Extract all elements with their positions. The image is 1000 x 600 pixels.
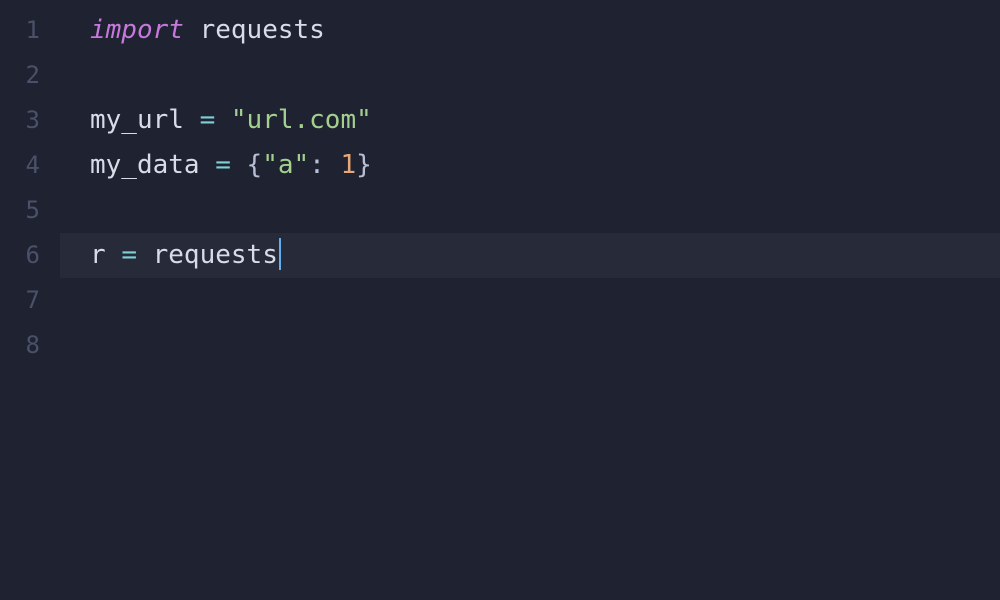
line-number: 2 (0, 53, 60, 98)
code-editor[interactable]: 1 2 3 4 5 6 7 8 import requests my_url =… (0, 0, 1000, 600)
code-line[interactable] (60, 188, 1000, 233)
line-number: 6 (0, 233, 60, 278)
token-number: 1 (340, 150, 356, 180)
line-number-gutter: 1 2 3 4 5 6 7 8 (0, 0, 60, 600)
token-operator: = (215, 150, 231, 180)
token-identifier: my_data (90, 150, 215, 180)
token-operator: = (200, 105, 216, 135)
line-number: 7 (0, 278, 60, 323)
token-brace: } (356, 150, 372, 180)
token-space (231, 150, 247, 180)
code-line[interactable]: my_data = {"a": 1} (60, 143, 1000, 188)
code-line[interactable]: import requests (60, 8, 1000, 53)
line-number: 1 (0, 8, 60, 53)
token-colon: : (309, 150, 325, 180)
code-line[interactable]: my_url = "url.com" (60, 98, 1000, 143)
token-string: "a" (262, 150, 309, 180)
code-line[interactable] (60, 53, 1000, 98)
text-cursor (279, 238, 281, 270)
token-identifier: requests (184, 15, 325, 45)
code-line-current[interactable]: r = requests (60, 233, 1000, 278)
token-keyword: import (90, 15, 184, 45)
token-operator: = (121, 240, 137, 270)
code-line[interactable] (60, 278, 1000, 323)
code-area[interactable]: import requests my_url = "url.com" my_da… (60, 0, 1000, 600)
line-number: 4 (0, 143, 60, 188)
code-line[interactable] (60, 323, 1000, 368)
token-space (215, 105, 231, 135)
token-identifier: r (90, 240, 121, 270)
line-number: 3 (0, 98, 60, 143)
token-string: "url.com" (231, 105, 372, 135)
token-identifier: requests (137, 240, 278, 270)
token-space (325, 150, 341, 180)
token-identifier: my_url (90, 105, 200, 135)
token-brace: { (247, 150, 263, 180)
line-number: 5 (0, 188, 60, 233)
line-number: 8 (0, 323, 60, 368)
